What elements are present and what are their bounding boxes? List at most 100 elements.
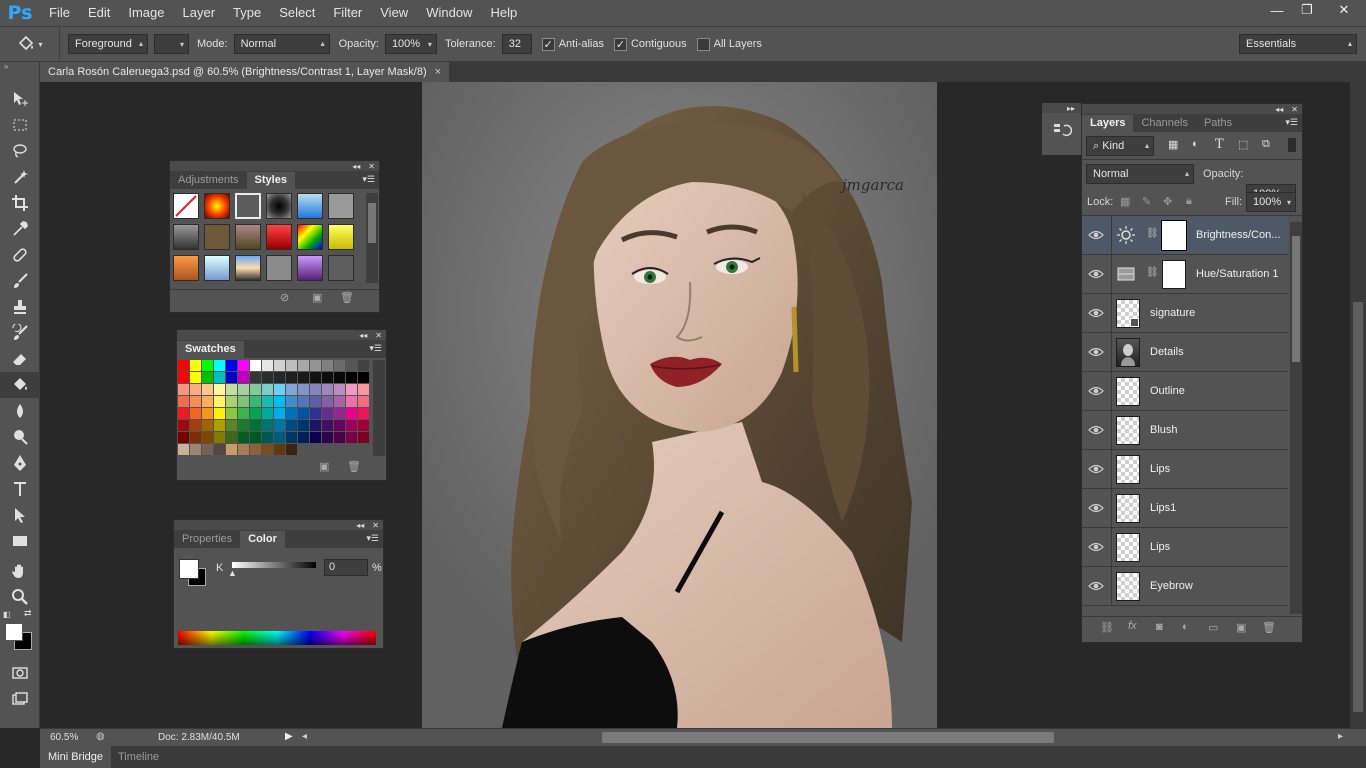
style-swatch[interactable] (266, 255, 292, 281)
swatch-cell[interactable] (346, 360, 357, 371)
swatch-cell[interactable] (274, 444, 285, 455)
close-window-button[interactable]: ✕ (1322, 0, 1366, 20)
swatch-cell[interactable] (250, 384, 261, 395)
swatch-cell[interactable] (250, 396, 261, 407)
swatch-cell[interactable] (310, 396, 321, 407)
swatch-cell[interactable] (334, 396, 345, 407)
layer-row[interactable]: Details (1082, 333, 1288, 372)
type-tool[interactable] (0, 476, 40, 502)
folder-icon[interactable]: ▭ (1208, 621, 1218, 634)
layer-row[interactable]: Lips1 (1082, 489, 1288, 528)
layer-mask-thumb[interactable] (1161, 220, 1187, 251)
eyedropper-tool[interactable] (0, 216, 40, 242)
style-swatch[interactable] (173, 255, 199, 281)
close-icon[interactable]: ✕ (375, 331, 382, 340)
swatch-cell[interactable] (310, 408, 321, 419)
filter-kind-select[interactable]: ⌕ Kind ▴ (1086, 136, 1154, 156)
scroll-right-icon[interactable]: ▸ (1338, 731, 1343, 742)
k-slider[interactable] (232, 562, 316, 568)
visibility-toggle[interactable] (1082, 450, 1112, 488)
lock-pixels-icon[interactable]: ✎ (1142, 195, 1151, 208)
swatch-cell[interactable] (358, 432, 369, 443)
panel-scrollbar[interactable] (366, 193, 378, 283)
tab-swatches[interactable]: Swatches (177, 341, 244, 358)
style-swatch[interactable] (204, 193, 230, 219)
panel-menu-icon[interactable]: ▾☰ (1285, 117, 1298, 128)
swatch-cell[interactable] (262, 396, 273, 407)
new-style-icon[interactable]: ▣ (312, 291, 322, 304)
tool-preset-picker[interactable]: ▾ (0, 26, 60, 62)
menu-file[interactable]: File (40, 0, 79, 26)
style-none[interactable] (173, 193, 199, 219)
tab-color[interactable]: Color (240, 531, 285, 548)
menu-filter[interactable]: Filter (324, 0, 371, 26)
swatch-cell[interactable] (250, 408, 261, 419)
layer-row[interactable]: Lips (1082, 528, 1288, 567)
tab-styles[interactable]: Styles (246, 172, 295, 189)
lock-position-icon[interactable]: ✥ (1163, 195, 1172, 208)
swatch-cell[interactable] (238, 444, 249, 455)
swatch-cell[interactable] (178, 396, 189, 407)
swatch-cell[interactable] (322, 396, 333, 407)
swatch-cell[interactable] (322, 408, 333, 419)
lasso-tool[interactable] (0, 138, 40, 164)
swatch-cell[interactable] (322, 432, 333, 443)
menu-edit[interactable]: Edit (79, 0, 119, 26)
swatch-cell[interactable] (250, 432, 261, 443)
chain-link-icon[interactable]: ⛓ (1146, 228, 1159, 239)
swatch-cell[interactable] (358, 420, 369, 431)
visibility-toggle[interactable] (1082, 567, 1112, 605)
swatch-cell[interactable] (214, 396, 225, 407)
swatch-cell[interactable] (346, 396, 357, 407)
mode-select[interactable]: Normal ▴ (233, 34, 330, 54)
visibility-toggle[interactable] (1082, 216, 1112, 254)
slider-handle-icon[interactable]: ▲ (228, 568, 237, 578)
expand-icon[interactable]: ▸▸ (1067, 104, 1075, 113)
menu-layer[interactable]: Layer (174, 0, 225, 26)
foreground-color-swatch[interactable] (5, 623, 23, 641)
swatch-cell[interactable] (190, 384, 201, 395)
swatch-cell[interactable] (190, 360, 201, 371)
swatch-cell[interactable] (322, 384, 333, 395)
swatch-cell[interactable] (310, 384, 321, 395)
trash-icon[interactable]: 🗑 (1262, 621, 1276, 634)
style-swatch[interactable] (204, 224, 230, 250)
scrollbar-thumb[interactable] (1353, 302, 1363, 712)
swatch-cell[interactable] (226, 360, 237, 371)
swatch-cell[interactable] (226, 444, 237, 455)
style-swatch[interactable] (328, 224, 354, 250)
swatch-cell[interactable] (238, 360, 249, 371)
swatch-cell[interactable] (178, 360, 189, 371)
foreground-color-chip[interactable] (179, 559, 199, 579)
visibility-toggle[interactable] (1082, 528, 1112, 566)
swatch-cell[interactable] (286, 444, 297, 455)
blend-mode-select[interactable]: Normal ▴ (1086, 164, 1194, 184)
style-swatch[interactable] (266, 224, 292, 250)
quick-mask-button[interactable] (0, 660, 40, 686)
swatch-cell[interactable] (262, 444, 273, 455)
swatch-cell[interactable] (334, 384, 345, 395)
swatch-cell[interactable] (190, 408, 201, 419)
pattern-picker[interactable]: ▾ (154, 34, 189, 54)
zoom-tool[interactable] (0, 584, 40, 610)
new-swatch-icon[interactable]: ▣ (319, 460, 329, 473)
swatch-cell[interactable] (202, 420, 213, 431)
panel-scrollbar[interactable] (373, 360, 385, 456)
swatch-cell[interactable] (238, 420, 249, 431)
style-swatch[interactable] (235, 255, 261, 281)
path-selection-tool[interactable] (0, 502, 40, 528)
swatch-cell[interactable] (298, 384, 309, 395)
swatch-cell[interactable] (238, 432, 249, 443)
swatch-cell[interactable] (310, 420, 321, 431)
swatch-cell[interactable] (202, 432, 213, 443)
menu-window[interactable]: Window (417, 0, 481, 26)
adjustment-layer-icon[interactable]: ◐ (1182, 621, 1189, 633)
swatch-cell[interactable] (274, 408, 285, 419)
tab-timeline[interactable]: Timeline (110, 746, 167, 768)
swatch-cell[interactable] (226, 420, 237, 431)
swatch-cell[interactable] (310, 432, 321, 443)
lock-transparent-icon[interactable]: ▦ (1120, 195, 1130, 208)
swatch-cell[interactable] (286, 396, 297, 407)
swatch-cell[interactable] (250, 372, 261, 383)
chain-link-icon[interactable]: ⛓ (1146, 267, 1159, 278)
